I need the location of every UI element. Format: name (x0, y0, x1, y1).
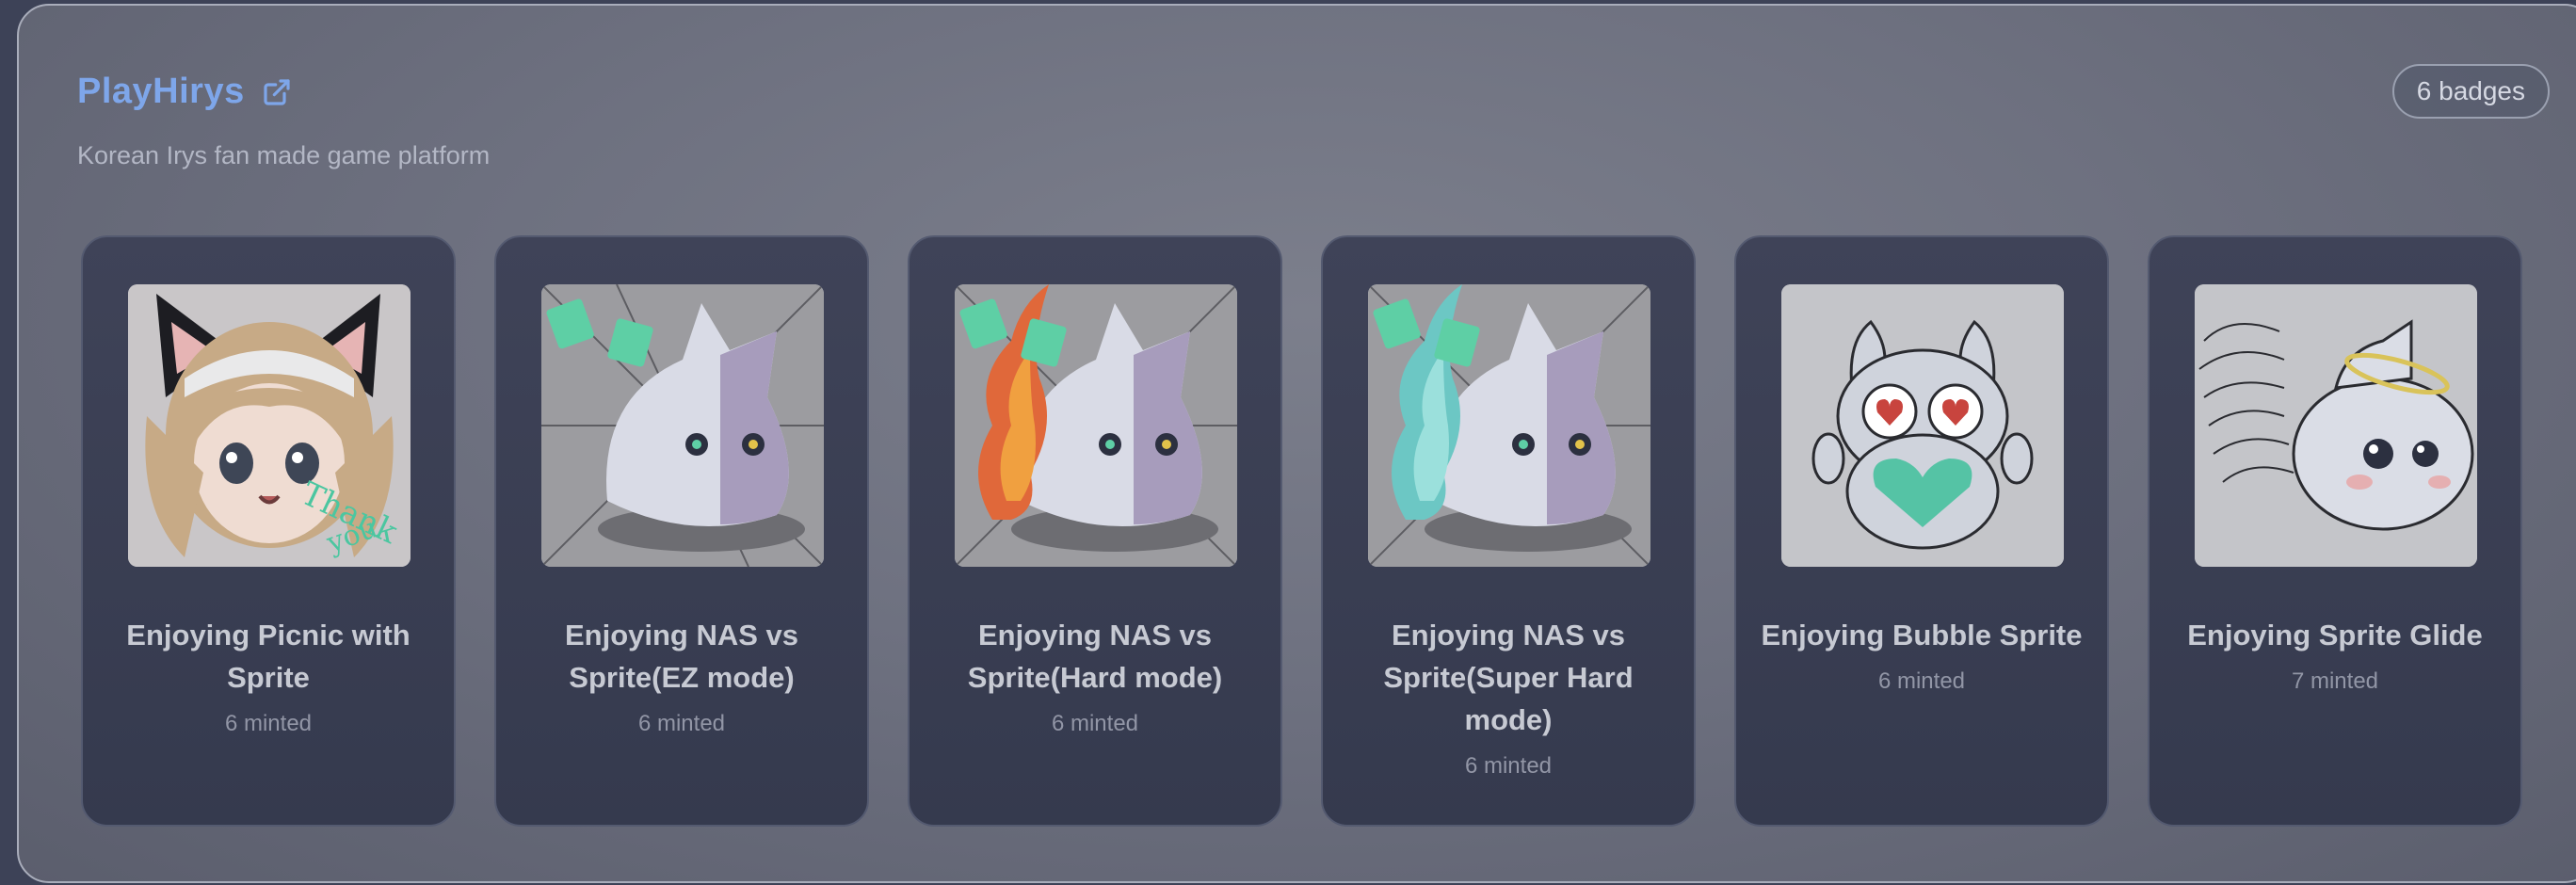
project-panel: PlayHirys Korean Irys fan made game plat… (17, 4, 2576, 883)
project-header: PlayHirys (77, 72, 292, 112)
badge-name: Enjoying Picnic with Sprite 6 minted (102, 614, 435, 745)
badge-minted-count: 6 minted (637, 711, 726, 736)
badge-image-sprite-blob-burst (541, 284, 824, 567)
badge-name: Enjoying NAS vs Sprite(Hard mode) 6 mint… (928, 614, 1262, 745)
badge-minted-count: 6 minted (1877, 668, 1966, 694)
badge-count-pill: 6 badges (2391, 64, 2550, 119)
badge-card-list: Thank you Enjoying Picnic with Sprite 6 … (81, 235, 2522, 827)
badge-minted-count: 7 minted (2291, 668, 2379, 694)
badge-name: Enjoying NAS vs Sprite(EZ mode) 6 minted (515, 614, 848, 745)
badge-image-maid-cat-girl: Thank you (128, 284, 411, 567)
badge-name: Enjoying NAS vs Sprite(Super Hard mode) … (1342, 614, 1675, 787)
project-subtitle: Korean Irys fan made game platform (77, 141, 491, 169)
badge-card[interactable]: Enjoying NAS vs Sprite(Hard mode) 6 mint… (908, 235, 1282, 827)
badge-minted-count: 6 minted (1051, 711, 1139, 736)
badge-minted-count: 6 minted (1464, 753, 1553, 779)
badge-minted-count: 6 minted (224, 711, 313, 736)
badge-card[interactable]: Enjoying Bubble Sprite 6 minted (1734, 235, 2109, 827)
badge-image-sprite-blob-fire (955, 284, 1237, 567)
badge-image-angel-sprite (2195, 284, 2477, 567)
badge-image-sprite-blob-ice (1368, 284, 1650, 567)
badge-card[interactable]: Enjoying NAS vs Sprite(Super Hard mode) … (1321, 235, 1696, 827)
badge-card[interactable]: Enjoying NAS vs Sprite(EZ mode) 6 minted (494, 235, 869, 827)
badge-name: Enjoying Sprite Glide 7 minted (2168, 614, 2502, 702)
badge-card[interactable]: Enjoying Sprite Glide 7 minted (2148, 235, 2522, 827)
badge-name: Enjoying Bubble Sprite 6 minted (1755, 614, 2088, 702)
external-link-icon[interactable] (262, 77, 292, 107)
badge-image-heart-eyes-sprite (1781, 284, 2064, 567)
project-title-link[interactable]: PlayHirys (77, 72, 245, 112)
badge-card[interactable]: Thank you Enjoying Picnic with Sprite 6 … (81, 235, 456, 827)
